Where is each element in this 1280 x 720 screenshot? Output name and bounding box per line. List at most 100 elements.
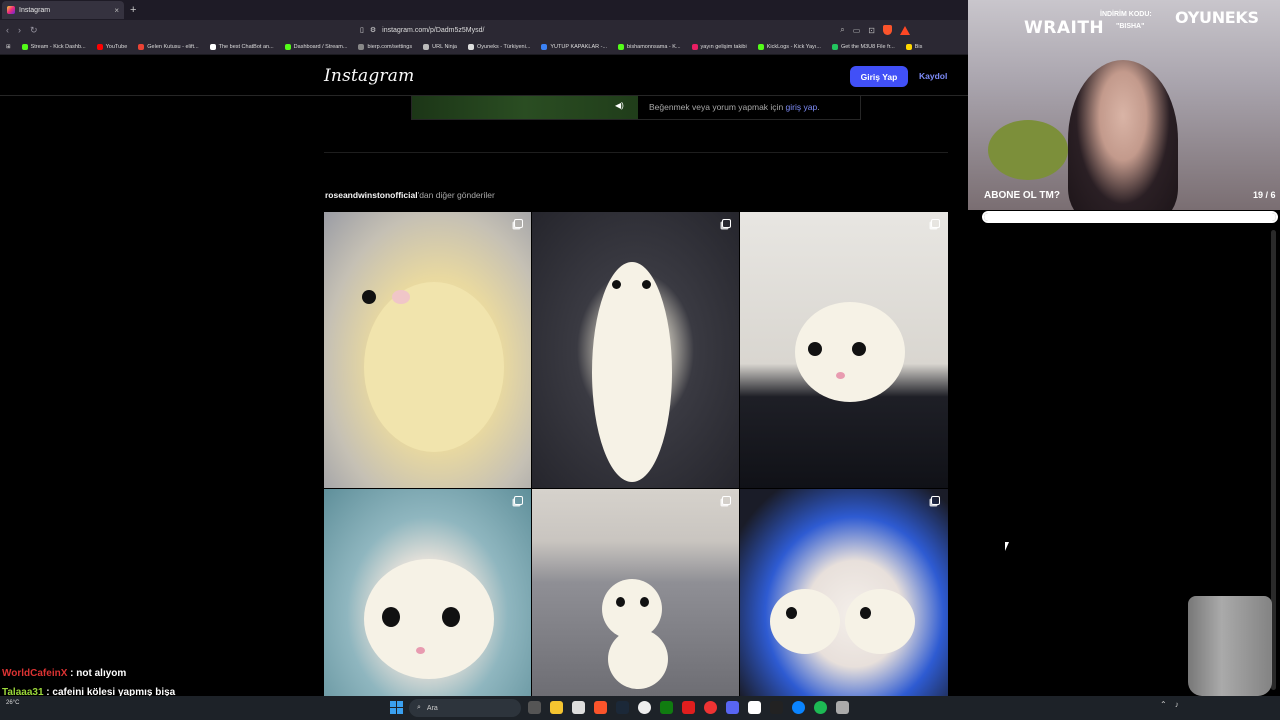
start-menu-icon[interactable] xyxy=(390,701,403,714)
microphone-icon[interactable]: ♪ xyxy=(1175,700,1179,709)
brave-browser-icon[interactable] xyxy=(594,701,607,714)
back-icon[interactable]: ‹ xyxy=(6,25,9,35)
instagram-favicon-icon xyxy=(7,6,15,14)
instagram-header: Instagram Giriş Yap Kaydol xyxy=(0,56,968,96)
multiple-photos-icon xyxy=(514,496,523,505)
login-button[interactable]: Giriş Yap xyxy=(850,66,908,87)
glider-eye xyxy=(362,290,376,304)
brave-shield-icon[interactable] xyxy=(883,25,892,35)
multiple-photos-icon xyxy=(931,496,940,505)
post-thumbnail[interactable] xyxy=(532,212,739,488)
bookmark-label: bierp.com/settings xyxy=(367,44,413,50)
app-icon[interactable] xyxy=(682,701,695,714)
bookmark-item[interactable]: Dashboard / Stream... xyxy=(284,44,348,50)
bookmark-item[interactable]: Oyuneks - Türkiyeni... xyxy=(468,44,530,50)
login-to-like-prompt: Beğenmek veya yorum yapmak için giriş ya… xyxy=(649,102,820,112)
bookmark-label: bishamonnsama - K... xyxy=(627,44,681,50)
chat-username: WorldCafeinX xyxy=(2,668,68,679)
site-info-icon[interactable]: ⚙ xyxy=(370,26,376,34)
zoom-icon[interactable]: ⌕ xyxy=(840,25,844,35)
bookmark-item[interactable]: Stream - Kick Dashb... xyxy=(21,44,86,50)
glider-eye xyxy=(860,607,871,619)
speaker-icon[interactable]: ◀) xyxy=(615,101,625,111)
settings-icon[interactable] xyxy=(836,701,849,714)
glider-image xyxy=(770,589,840,654)
bookmark-item[interactable]: Bis xyxy=(905,44,922,50)
login-link[interactable]: giriş yap xyxy=(786,102,818,112)
reload-icon[interactable]: ↻ xyxy=(30,25,38,36)
sponsor-logo: WRAITH xyxy=(1024,18,1105,38)
tab-title: Instagram xyxy=(19,6,51,14)
bookmark-label: Dashboard / Stream... xyxy=(293,44,348,50)
forward-icon[interactable]: › xyxy=(18,25,21,35)
bookmark-icon[interactable]: ▯ xyxy=(360,26,364,34)
share-icon[interactable]: ⊡ xyxy=(868,26,875,35)
screenshot-icon[interactable]: ▭ xyxy=(853,26,861,35)
edge-icon[interactable] xyxy=(792,701,805,714)
taskbar-search[interactable]: ⌕ Ara xyxy=(409,699,521,717)
brave-rewards-icon[interactable] xyxy=(900,25,910,35)
search-icon: ⌕ xyxy=(417,704,421,711)
sub-goal-progress-fill xyxy=(984,213,1276,221)
bookmark-item[interactable]: URL Ninja xyxy=(423,44,457,50)
bookmark-label: Gelen Kutusu - elift... xyxy=(147,44,199,50)
bookmark-item[interactable]: KickLogs - Kick Yayı... xyxy=(757,44,821,50)
glider-image xyxy=(608,629,668,689)
multiple-photos-icon xyxy=(722,219,731,228)
discord-icon[interactable] xyxy=(726,701,739,714)
glider-eye xyxy=(808,342,822,356)
bookmark-item[interactable]: YUTUP KAPAKLAR -... xyxy=(541,44,607,50)
more-posts-username[interactable]: roseandwinstonofficial xyxy=(325,190,418,200)
spotify-icon[interactable] xyxy=(814,701,827,714)
task-view-icon[interactable] xyxy=(528,701,541,714)
url-text[interactable]: instagram.com/p/Dadm5z5Mysd/ xyxy=(382,27,484,34)
bookmark-label: The best ChatBot an... xyxy=(218,44,274,50)
bookmark-item[interactable]: bierp.com/settings xyxy=(358,44,412,50)
tab-instagram[interactable]: Instagram × xyxy=(2,1,124,19)
capcut-icon[interactable] xyxy=(770,701,783,714)
notepad-icon[interactable] xyxy=(748,701,761,714)
brand-logo: OYUNEKS xyxy=(1175,8,1259,27)
close-tab-icon[interactable]: × xyxy=(114,6,119,15)
bookmark-item[interactable]: Get the M3U8 File fr... xyxy=(831,44,895,50)
glider-eye xyxy=(786,607,797,619)
bookmark-label: yayın gelişim takibi xyxy=(700,44,747,50)
system-tray: ⌃ ♪ xyxy=(1160,700,1179,709)
apps-grid-icon[interactable]: ⊞ xyxy=(6,44,11,50)
plush-toy-image xyxy=(988,120,1068,180)
steam-icon[interactable] xyxy=(616,701,629,714)
address-bar[interactable]: ▯ ⚙ instagram.com/p/Dadm5z5Mysd/ ⌕ ▭ ⊡ xyxy=(360,22,910,38)
glider-eye xyxy=(852,342,866,356)
bookmark-favicon-icon xyxy=(618,44,625,50)
file-explorer-icon[interactable] xyxy=(550,701,563,714)
weather-widget[interactable]: 26°C xyxy=(6,700,19,706)
multiple-photos-icon xyxy=(931,219,940,228)
obs-icon[interactable] xyxy=(638,701,651,714)
instagram-logo[interactable]: Instagram xyxy=(324,66,414,86)
bookmark-item[interactable]: Gelen Kutusu - elift... xyxy=(138,44,199,50)
new-tab-button[interactable]: + xyxy=(130,4,136,16)
post-thumbnail[interactable] xyxy=(324,212,531,488)
video-thumbnail[interactable] xyxy=(412,96,638,119)
glider-eye xyxy=(442,607,460,627)
bookmark-item[interactable]: yayın gelişim takibi xyxy=(691,44,747,50)
bookmark-item[interactable]: The best ChatBot an... xyxy=(209,44,274,50)
post-thumbnail[interactable] xyxy=(740,212,948,488)
bookmark-label: KickLogs - Kick Yayı... xyxy=(766,44,821,50)
post-thumbnail[interactable] xyxy=(532,489,739,696)
instagram-page: Instagram Giriş Yap Kaydol ◀) Beğenmek v… xyxy=(0,56,968,696)
xbox-icon[interactable] xyxy=(660,701,673,714)
bookmark-item[interactable]: bishamonnsama - K... xyxy=(618,44,681,50)
bookmark-favicon-icon xyxy=(831,44,838,50)
signup-link[interactable]: Kaydol xyxy=(919,71,947,81)
tray-chevron-icon[interactable]: ⌃ xyxy=(1160,700,1167,709)
store-icon[interactable] xyxy=(572,701,585,714)
post-thumbnail[interactable] xyxy=(740,489,948,696)
bookmark-item[interactable]: YouTube xyxy=(96,44,127,50)
glider-nose xyxy=(836,372,845,379)
chrome-icon[interactable] xyxy=(704,701,717,714)
post-grid xyxy=(324,212,948,696)
address-bar-actions: ⌕ ▭ ⊡ xyxy=(840,22,910,38)
post-footer-strip: ◀) Beğenmek veya yorum yapmak için giriş… xyxy=(411,96,861,120)
bookmark-label: YUTUP KAPAKLAR -... xyxy=(550,44,608,50)
